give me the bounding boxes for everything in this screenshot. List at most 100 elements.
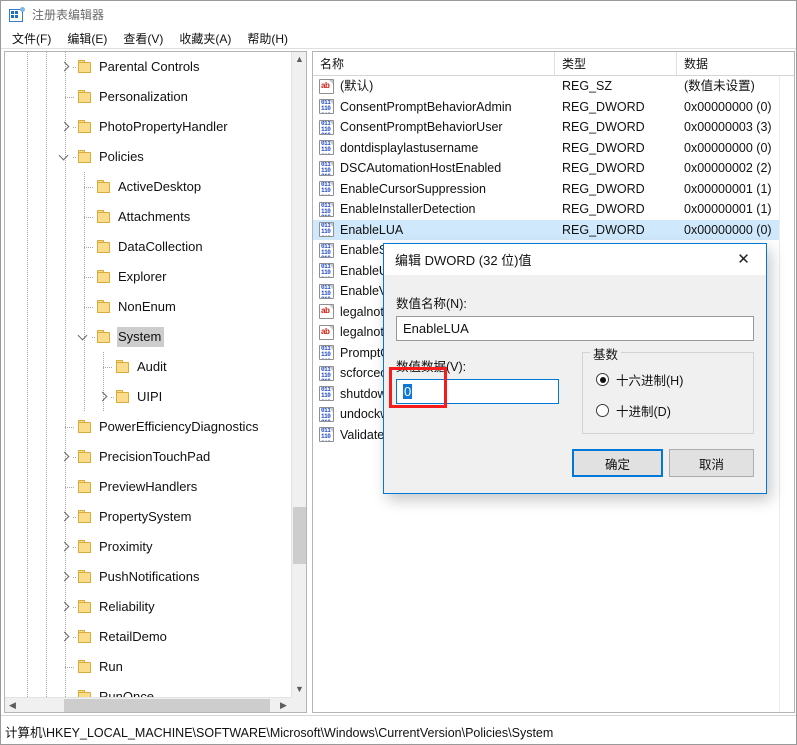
chevron-right-icon[interactable] xyxy=(57,119,73,135)
tree-spacer xyxy=(57,689,73,697)
chevron-right-icon[interactable] xyxy=(57,59,73,75)
tree-item-previewhandlers[interactable]: PreviewHandlers xyxy=(5,472,291,502)
tree-spacer xyxy=(57,659,73,675)
tree-item-proximity[interactable]: Proximity xyxy=(5,532,291,562)
folder-icon xyxy=(77,660,93,674)
tree-item-label: Proximity xyxy=(98,537,155,557)
string-value-icon: ab xyxy=(319,325,334,340)
value-type: REG_DWORD xyxy=(555,97,677,117)
tree-item-pushnotifications[interactable]: PushNotifications xyxy=(5,562,291,592)
value-name: EnableCursorSuppression xyxy=(340,179,486,199)
tree-item-runonce[interactable]: RunOnce xyxy=(5,682,291,697)
tree-item-policies[interactable]: Policies xyxy=(5,142,291,172)
chevron-down-icon[interactable] xyxy=(76,329,92,345)
tree-item-datacollection[interactable]: DataCollection xyxy=(5,232,291,262)
table-row[interactable]: 011110010EnableCursorSuppressionREG_DWOR… xyxy=(313,179,794,200)
column-header-data[interactable]: 数据 xyxy=(677,52,794,75)
menu-edit[interactable]: 编辑(E) xyxy=(63,29,115,49)
registry-path: 计算机\HKEY_LOCAL_MACHINE\SOFTWARE\Microsof… xyxy=(5,719,553,745)
tree-scroll-up-arrow[interactable]: ▲ xyxy=(292,52,307,67)
tree-spacer xyxy=(95,359,111,375)
tree-item-label: PreviewHandlers xyxy=(98,477,200,497)
tree-item-attachments[interactable]: Attachments xyxy=(5,202,291,232)
cancel-button[interactable]: 取消 xyxy=(669,449,754,477)
table-row[interactable]: 011110010ConsentPromptBehaviorAdminREG_D… xyxy=(313,97,794,118)
chevron-right-icon[interactable] xyxy=(57,629,73,645)
tree-item-explorer[interactable]: Explorer xyxy=(5,262,291,292)
tree-item-audit[interactable]: Audit xyxy=(5,352,291,382)
tree-item-label: RetailDemo xyxy=(98,627,170,647)
chevron-right-icon[interactable] xyxy=(57,509,73,525)
tree-item-personalization[interactable]: Personalization xyxy=(5,82,291,112)
tree-spacer xyxy=(57,419,73,435)
table-row[interactable]: 011110010DSCAutomationHostEnabledREG_DWO… xyxy=(313,158,794,179)
value-data: 0x00000002 (2) xyxy=(677,158,794,178)
column-header-type[interactable]: 类型 xyxy=(555,52,677,75)
tree-item-activedesktop[interactable]: ActiveDesktop xyxy=(5,172,291,202)
ok-button[interactable]: 确定 xyxy=(572,449,663,477)
radio-decimal[interactable]: 十进制(D) xyxy=(596,401,671,420)
tree-item-powerefficiencydiagnostics[interactable]: PowerEfficiencyDiagnostics xyxy=(5,412,291,442)
tree-spacer xyxy=(76,299,92,315)
tree-item-precisiontouchpad[interactable]: PrecisionTouchPad xyxy=(5,442,291,472)
value-name: scforceo xyxy=(340,363,387,383)
menu-help[interactable]: 帮助(H) xyxy=(243,29,296,49)
tree-item-photopropertyhandler[interactable]: PhotoPropertyHandler xyxy=(5,112,291,142)
dword-value-icon: 011110010 xyxy=(319,427,334,442)
menu-view[interactable]: 查看(V) xyxy=(119,29,171,49)
value-type: REG_DWORD xyxy=(555,117,677,137)
tree-item-propertysystem[interactable]: PropertySystem xyxy=(5,502,291,532)
tree-spacer xyxy=(76,239,92,255)
tree-spacer xyxy=(76,269,92,285)
chevron-right-icon[interactable] xyxy=(95,389,111,405)
chevron-right-icon[interactable] xyxy=(57,599,73,615)
tree-horizontal-scrollbar[interactable]: ◀ ▶ xyxy=(5,697,291,712)
radio-hexadecimal[interactable]: 十六进制(H) xyxy=(596,370,683,389)
dword-value-icon: 011110010 xyxy=(319,284,334,299)
tree-item-reliability[interactable]: Reliability xyxy=(5,592,291,622)
tree-item-label: DataCollection xyxy=(117,237,206,257)
tree-item-nonenum[interactable]: NonEnum xyxy=(5,292,291,322)
tree-item-retaildemo[interactable]: RetailDemo xyxy=(5,622,291,652)
dialog-body: 数值名称(N): EnableLUA 数值数据(V): 0 基数 十六进制(H)… xyxy=(384,275,766,493)
tree-item-parental-controls[interactable]: Parental Controls xyxy=(5,52,291,82)
tree-scroll-left-arrow[interactable]: ◀ xyxy=(5,698,20,713)
dword-value-icon: 011110010 xyxy=(319,366,334,381)
close-icon[interactable]: ✕ xyxy=(721,244,766,274)
registry-tree[interactable]: Parental Controls PersonalizationPhotoPro… xyxy=(5,52,291,697)
edit-dword-dialog: 编辑 DWORD (32 位)值 ✕ 数值名称(N): EnableLUA 数值… xyxy=(383,243,767,494)
tree-horizontal-scroll-thumb[interactable] xyxy=(64,699,270,712)
dword-value-icon: 011110010 xyxy=(319,243,334,258)
tree-item-uipi[interactable]: UIPI xyxy=(5,382,291,412)
table-row[interactable]: 011110010EnableInstallerDetectionREG_DWO… xyxy=(313,199,794,220)
table-row[interactable]: ab(默认)REG_SZ(数值未设置) xyxy=(313,76,794,97)
tree-item-run[interactable]: Run xyxy=(5,652,291,682)
value-type: REG_DWORD xyxy=(555,220,677,240)
chevron-down-icon[interactable] xyxy=(57,149,73,165)
tree-item-label: Reliability xyxy=(98,597,158,617)
tree-scroll-down-arrow[interactable]: ▼ xyxy=(292,682,307,697)
folder-icon xyxy=(77,630,93,644)
table-row[interactable]: 011110010EnableLUAREG_DWORD0x00000000 (0… xyxy=(313,220,794,241)
chevron-right-icon[interactable] xyxy=(57,449,73,465)
values-list-scrollbar[interactable] xyxy=(779,76,794,712)
table-row[interactable]: 011110010dontdisplaylastusernameREG_DWOR… xyxy=(313,138,794,159)
dword-value-icon: 011110010 xyxy=(319,407,334,422)
tree-item-label: Policies xyxy=(98,147,147,167)
table-row[interactable]: 011110010ConsentPromptBehaviorUserREG_DW… xyxy=(313,117,794,138)
tree-scroll-right-arrow[interactable]: ▶ xyxy=(276,698,291,713)
menu-file[interactable]: 文件(F) xyxy=(8,29,59,49)
column-header-name[interactable]: 名称 xyxy=(313,52,555,75)
value-name-input[interactable]: EnableLUA xyxy=(396,316,754,341)
menu-favorites[interactable]: 收藏夹(A) xyxy=(175,29,239,49)
chevron-right-icon[interactable] xyxy=(57,569,73,585)
status-bar: 计算机\HKEY_LOCAL_MACHINE\SOFTWARE\Microsof… xyxy=(1,715,796,744)
value-data-input[interactable]: 0 xyxy=(396,379,559,404)
value-type: REG_DWORD xyxy=(555,199,677,219)
tree-vertical-scrollbar[interactable]: ▲ ▼ xyxy=(291,52,306,697)
tree-item-label: Parental Controls xyxy=(98,57,202,77)
tree-vertical-scroll-thumb[interactable] xyxy=(293,507,306,564)
chevron-right-icon[interactable] xyxy=(57,539,73,555)
tree-item-system[interactable]: System xyxy=(5,322,291,352)
value-data: 0x00000000 (0) xyxy=(677,97,794,117)
